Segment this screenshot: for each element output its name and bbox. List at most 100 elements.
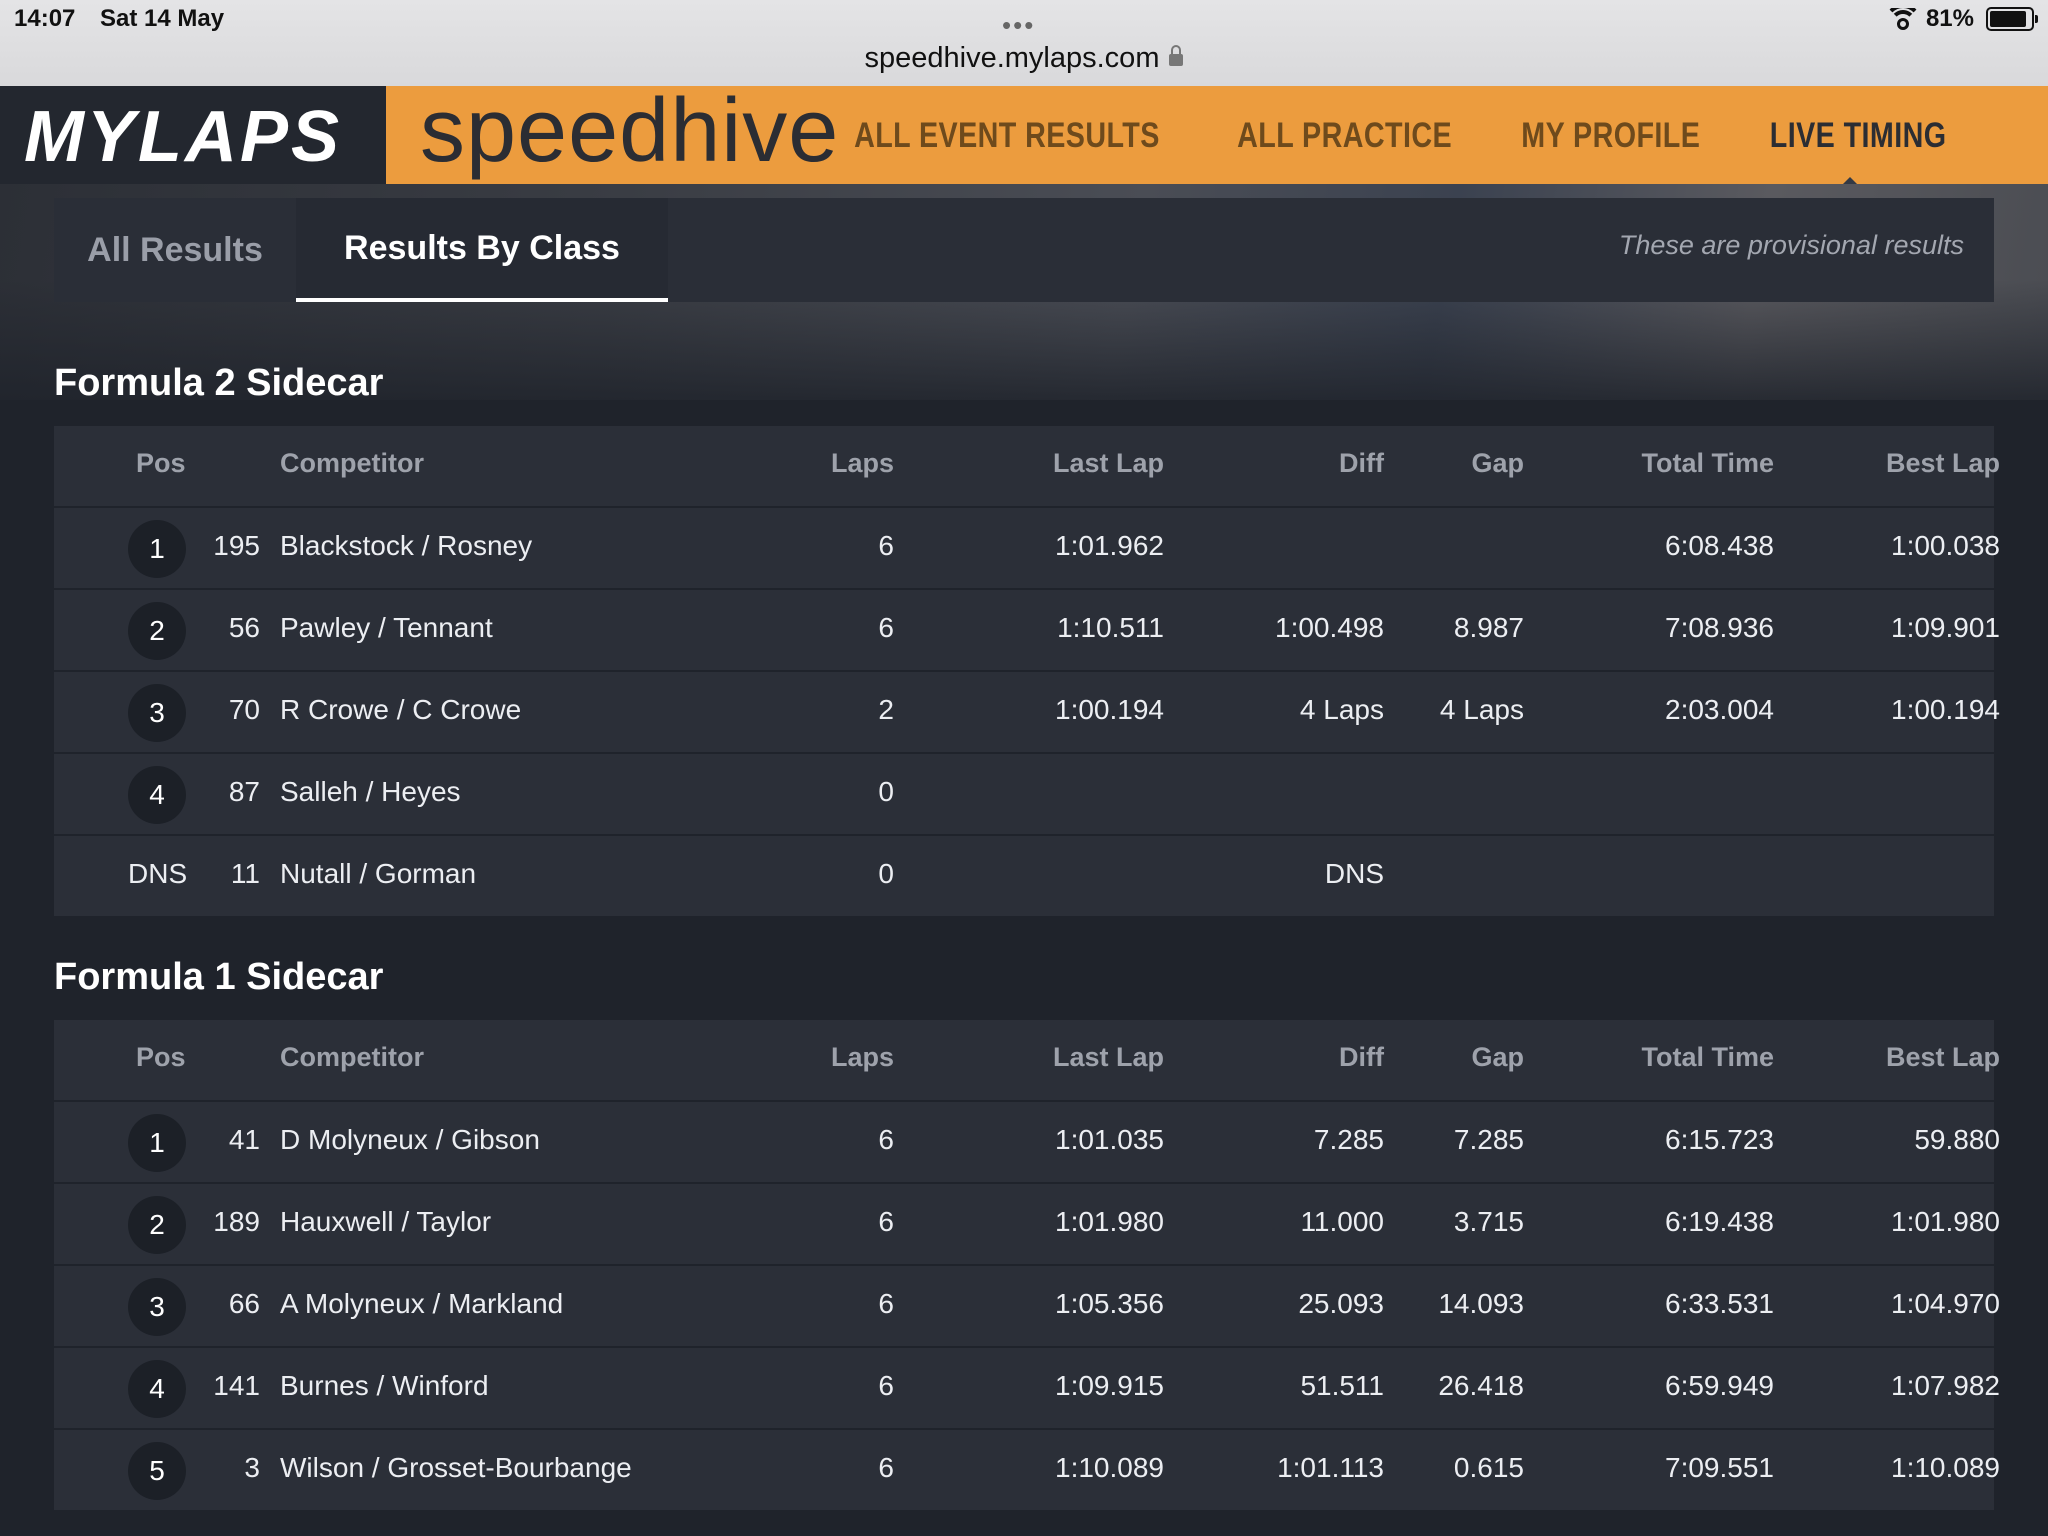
position-badge: 4 bbox=[128, 766, 186, 824]
car-number: 11 bbox=[230, 858, 260, 889]
car-number: 56 bbox=[228, 612, 260, 643]
provisional-note: These are provisional results bbox=[1618, 230, 1964, 260]
total-time-value: 6:15.723 bbox=[1665, 1124, 1774, 1155]
diff-value: 1:01.113 bbox=[1277, 1452, 1384, 1483]
last-lap-value: 1:05.356 bbox=[1055, 1288, 1164, 1319]
address-bar[interactable]: speedhive.mylaps.com bbox=[0, 42, 2048, 75]
col-laps[interactable]: Laps bbox=[744, 448, 894, 479]
laps-value: 6 bbox=[878, 530, 894, 561]
last-lap-value: 1:01.035 bbox=[1055, 1124, 1164, 1155]
col-best-lap[interactable]: Best Lap bbox=[1794, 1042, 2000, 1073]
position-text: DNS bbox=[128, 858, 188, 889]
status-bar: 14:07 Sat 14 May ••• speedhive.mylaps.co… bbox=[0, 0, 2048, 86]
section-title: Formula 1 Sidecar bbox=[54, 956, 384, 998]
table-row[interactable]: 2 189 Hauxwell / Taylor 6 1:01.980 11.000 3.71… bbox=[54, 1184, 2000, 1266]
total-time-value: 6:33.531 bbox=[1665, 1288, 1774, 1319]
car-number: 195 bbox=[213, 530, 260, 561]
nav-my-profile[interactable]: MY PROFILE bbox=[1522, 116, 1701, 156]
wifi-icon bbox=[1888, 8, 1918, 30]
table-row[interactable]: 3 66 A Molyneux / Markland 6 1:05.356 25.093 1… bbox=[54, 1266, 2000, 1348]
mylaps-logo[interactable]: MYLAPS bbox=[0, 86, 386, 184]
results-table-f2: Pos Competitor Laps Last Lap Diff Gap To… bbox=[54, 426, 2000, 918]
diff-value: DNS bbox=[1324, 858, 1384, 889]
competitor-name[interactable]: Wilson / Grosset-Bourbange bbox=[280, 1452, 632, 1484]
last-lap-value: 1:09.915 bbox=[1055, 1370, 1164, 1401]
total-time-value: 6:08.438 bbox=[1665, 530, 1774, 561]
laps-value: 6 bbox=[878, 1288, 894, 1319]
col-pos[interactable]: Pos bbox=[136, 1042, 236, 1073]
table-row[interactable]: DNS 11 Nutall / Gorman 0 DNS bbox=[54, 836, 1994, 918]
last-lap-value: 1:10.511 bbox=[1057, 612, 1164, 643]
gap-value: 3.715 bbox=[1453, 1206, 1524, 1237]
best-lap-value: 1:10.089 bbox=[1891, 1452, 2000, 1483]
last-lap-value: 1:01.962 bbox=[1055, 530, 1164, 561]
position-badge: 1 bbox=[128, 520, 186, 578]
car-number: 3 bbox=[244, 1452, 260, 1483]
tab-results-by-class[interactable]: Results By Class bbox=[296, 198, 668, 302]
laps-value: 2 bbox=[878, 694, 894, 725]
laps-value: 6 bbox=[878, 1370, 894, 1401]
competitor-name[interactable]: Hauxwell / Taylor bbox=[280, 1206, 491, 1238]
col-last-lap[interactable]: Last Lap bbox=[954, 1042, 1164, 1073]
diff-value: 25.093 bbox=[1298, 1288, 1384, 1319]
tab-all-results[interactable]: All Results bbox=[54, 198, 296, 302]
date: Sat 14 May bbox=[100, 5, 225, 32]
speedhive-brand[interactable]: speedhive bbox=[420, 80, 839, 183]
car-number: 87 bbox=[228, 776, 260, 807]
section-title: Formula 2 Sidecar bbox=[54, 362, 384, 404]
position-badge: 2 bbox=[128, 1196, 186, 1254]
car-number: 141 bbox=[213, 1370, 260, 1401]
col-gap[interactable]: Gap bbox=[1394, 1042, 1524, 1073]
table-row[interactable]: 4 87 Salleh / Heyes 0 bbox=[54, 754, 1994, 836]
col-diff[interactable]: Diff bbox=[1174, 448, 1384, 479]
table-header: Pos Competitor Laps Last Lap Diff Gap To… bbox=[54, 1020, 2000, 1102]
last-lap-value: 1:10.089 bbox=[1055, 1452, 1164, 1483]
position-badge: 3 bbox=[128, 684, 186, 742]
competitor-name[interactable]: Nutall / Gorman bbox=[280, 858, 476, 890]
gap-value: 14.093 bbox=[1438, 1288, 1524, 1319]
laps-value: 6 bbox=[878, 612, 894, 643]
col-competitor[interactable]: Competitor bbox=[280, 448, 424, 479]
diff-value: 4 Laps bbox=[1299, 694, 1384, 725]
gap-value: 4 Laps bbox=[1439, 694, 1524, 725]
col-competitor[interactable]: Competitor bbox=[280, 1042, 424, 1073]
col-total-time[interactable]: Total Time bbox=[1554, 448, 1774, 479]
laps-value: 6 bbox=[878, 1124, 894, 1155]
table-row[interactable]: 1 41 D Molyneux / Gibson 6 1:01.035 7.285 7.28… bbox=[54, 1102, 2000, 1184]
table-row[interactable]: 4 141 Burnes / Winford 6 1:09.915 51.511 26.41… bbox=[54, 1348, 2000, 1430]
diff-value: 7.285 bbox=[1313, 1124, 1384, 1155]
diff-value: 11.000 bbox=[1300, 1206, 1384, 1237]
position-badge: 1 bbox=[128, 1114, 186, 1172]
competitor-name[interactable]: D Molyneux / Gibson bbox=[280, 1124, 540, 1156]
competitor-name[interactable]: A Molyneux / Markland bbox=[280, 1288, 563, 1320]
col-pos[interactable]: Pos bbox=[136, 448, 236, 479]
nav-live-timing[interactable]: LIVE TIMING bbox=[1769, 116, 1946, 156]
col-total-time[interactable]: Total Time bbox=[1554, 1042, 1774, 1073]
table-row[interactable]: 3 70 R Crowe / C Crowe 2 1:00.194 4 Laps 4 Lap… bbox=[54, 672, 2000, 754]
table-row[interactable]: 5 3 Wilson / Grosset-Bourbange 6 1:10.089 1:0… bbox=[54, 1430, 2000, 1512]
col-gap[interactable]: Gap bbox=[1394, 448, 1524, 479]
nav-all-practice[interactable]: ALL PRACTICE bbox=[1237, 116, 1452, 156]
main-nav: ALL EVENT RESULTS ALL PRACTICE MY PROFIL… bbox=[787, 116, 1946, 156]
logo-text: MYLAPS bbox=[24, 97, 343, 177]
total-time-value: 6:19.438 bbox=[1665, 1206, 1774, 1237]
total-time-value: 2:03.004 bbox=[1665, 694, 1774, 725]
car-number: 66 bbox=[228, 1288, 260, 1319]
laps-value: 0 bbox=[878, 776, 894, 807]
table-row[interactable]: 1 195 Blackstock / Rosney 6 1:01.962 6:08.438… bbox=[54, 508, 2000, 590]
competitor-name[interactable]: R Crowe / C Crowe bbox=[280, 694, 521, 726]
col-laps[interactable]: Laps bbox=[744, 1042, 894, 1073]
laps-value: 6 bbox=[878, 1452, 894, 1483]
col-diff[interactable]: Diff bbox=[1174, 1042, 1384, 1073]
competitor-name[interactable]: Pawley / Tennant bbox=[280, 612, 493, 644]
col-best-lap[interactable]: Best Lap bbox=[1794, 448, 2000, 479]
last-lap-value: 1:01.980 bbox=[1055, 1206, 1164, 1237]
competitor-name[interactable]: Blackstock / Rosney bbox=[280, 530, 532, 562]
competitor-name[interactable]: Burnes / Winford bbox=[280, 1370, 489, 1402]
col-last-lap[interactable]: Last Lap bbox=[954, 448, 1164, 479]
nav-all-event-results[interactable]: ALL EVENT RESULTS bbox=[855, 116, 1161, 156]
lock-icon bbox=[1169, 45, 1184, 66]
more-dots-icon[interactable]: ••• bbox=[1002, 10, 1035, 41]
competitor-name[interactable]: Salleh / Heyes bbox=[280, 776, 461, 808]
table-row[interactable]: 2 56 Pawley / Tennant 6 1:10.511 1:00.498 8.98… bbox=[54, 590, 2000, 672]
